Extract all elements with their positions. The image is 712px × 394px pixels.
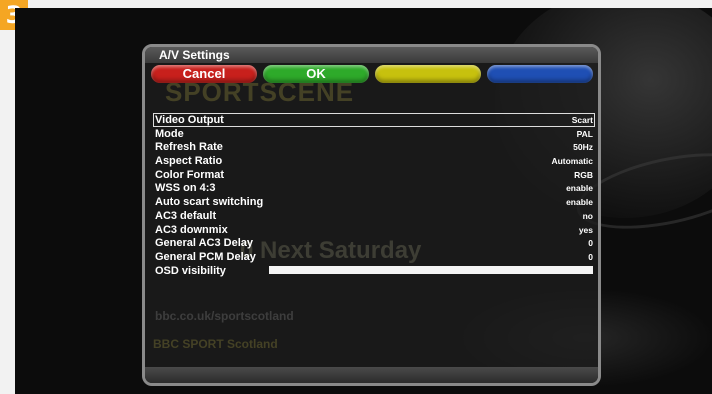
- setting-value: PAL: [576, 128, 593, 139]
- setting-general-ac3-delay[interactable]: General AC3 Delay 0: [153, 236, 595, 250]
- yellow-button[interactable]: [375, 65, 481, 83]
- setting-label: Aspect Ratio: [155, 155, 223, 168]
- setting-value: Scart: [571, 115, 593, 125]
- osd-visibility-slider[interactable]: [269, 265, 593, 274]
- color-button-row: Cancel OK: [151, 65, 596, 87]
- setting-label: OSD visibility: [155, 264, 226, 277]
- cancel-button[interactable]: Cancel: [151, 65, 257, 83]
- setting-value: RGB: [574, 169, 593, 180]
- setting-label: WSS on 4:3: [155, 182, 216, 195]
- panel-title: A/V Settings: [145, 47, 598, 63]
- setting-color-format[interactable]: Color Format RGB: [153, 168, 595, 182]
- setting-video-output[interactable]: Video Output Scart: [153, 113, 595, 127]
- setting-value: 50Hz: [573, 142, 593, 153]
- setting-general-pcm-delay[interactable]: General PCM Delay 0: [153, 250, 595, 264]
- setting-label: AC3 default: [155, 209, 217, 222]
- background-text: BBC SPORT Scotland: [153, 337, 278, 351]
- setting-refresh-rate[interactable]: Refresh Rate 50Hz: [153, 140, 595, 154]
- background-text: bbc.co.uk/sportscotland: [155, 309, 294, 323]
- setting-value: enable: [566, 197, 593, 208]
- setting-wss[interactable]: WSS on 4:3 enable: [153, 181, 595, 195]
- tv-screen: SPORTSCENE 0 Next Saturday bbc.co.uk/spo…: [15, 8, 712, 394]
- av-settings-panel: SPORTSCENE 0 Next Saturday bbc.co.uk/spo…: [142, 44, 601, 386]
- setting-label: Video Output: [155, 114, 224, 126]
- settings-list: Video Output Scart Mode PAL Refresh Rate…: [153, 113, 595, 277]
- setting-ac3-default[interactable]: AC3 default no: [153, 209, 595, 223]
- setting-value: Automatic: [551, 156, 593, 167]
- setting-value: 0: [588, 238, 593, 249]
- panel-footer: [145, 367, 598, 383]
- setting-label: Mode: [155, 127, 184, 140]
- setting-osd-visibility[interactable]: OSD visibility: [153, 264, 595, 278]
- setting-value: no: [582, 210, 593, 221]
- setting-label: Refresh Rate: [155, 141, 223, 154]
- setting-auto-scart-switching[interactable]: Auto scart switching enable: [153, 195, 595, 209]
- setting-value: enable: [566, 183, 593, 194]
- blue-button[interactable]: [487, 65, 593, 83]
- setting-value: yes: [578, 224, 593, 235]
- setting-ac3-downmix[interactable]: AC3 downmix yes: [153, 223, 595, 237]
- ok-button[interactable]: OK: [263, 65, 369, 83]
- setting-value: 0: [588, 251, 593, 262]
- setting-aspect-ratio[interactable]: Aspect Ratio Automatic: [153, 154, 595, 168]
- setting-label: General AC3 Delay: [155, 237, 254, 250]
- setting-label: Auto scart switching: [155, 196, 264, 209]
- setting-label: Color Format: [155, 168, 225, 181]
- setting-mode[interactable]: Mode PAL: [153, 127, 595, 141]
- setting-label: General PCM Delay: [155, 250, 256, 263]
- setting-label: AC3 downmix: [155, 223, 228, 236]
